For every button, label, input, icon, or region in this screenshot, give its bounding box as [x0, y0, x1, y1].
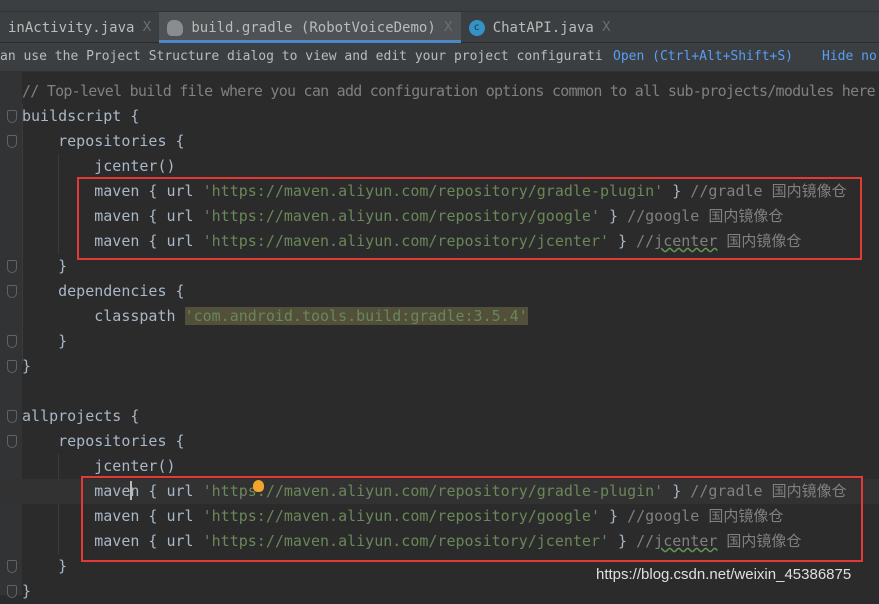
code-token-plain: allprojects { — [22, 407, 140, 425]
highlight-box-buildscript — [77, 177, 862, 260]
fold-marker-icon[interactable] — [7, 335, 17, 348]
code-token-plain: } — [22, 557, 68, 575]
code-line[interactable]: repositories { — [0, 429, 879, 454]
code-token-plain: repositories { — [22, 432, 185, 450]
hide-notification-link[interactable]: Hide no — [822, 49, 877, 65]
code-token-plain: } — [22, 332, 68, 350]
tab-label: build.gradle (RobotVoiceDemo) — [191, 19, 436, 36]
fold-marker-icon[interactable] — [7, 585, 17, 598]
code-line[interactable]: dependencies { — [0, 279, 879, 304]
close-icon[interactable]: X — [444, 20, 453, 35]
tab-main-activity[interactable]: inActivity.java X — [0, 12, 159, 43]
code-token-string-hl: 'com.android.tools.build:gradle:3.5.4' — [184, 307, 528, 325]
text-caret — [130, 481, 132, 500]
toolbar-strip — [0, 0, 879, 12]
code-token-plain: dependencies { — [22, 282, 185, 300]
tab-chatapi[interactable]: c ChatAPI.java X — [461, 12, 619, 43]
lightbulb-icon[interactable] — [253, 480, 264, 492]
code-line[interactable]: classpath 'com.android.tools.build:gradl… — [0, 304, 879, 329]
notice-text: an use the Project Structure dialog to v… — [0, 49, 603, 64]
editor-tabs: inActivity.java X build.gradle (RobotVoic… — [0, 12, 879, 43]
code-line[interactable]: jcenter() — [0, 154, 879, 179]
notification-bar: an use the Project Structure dialog to v… — [0, 43, 879, 72]
tab-label: ChatAPI.java — [492, 19, 594, 36]
close-icon[interactable]: X — [142, 20, 151, 35]
code-line[interactable]: repositories { — [0, 129, 879, 154]
close-icon[interactable]: X — [602, 20, 611, 35]
fold-marker-icon[interactable] — [7, 560, 17, 573]
gradle-elephant-icon — [167, 19, 184, 36]
code-line[interactable]: buildscript { — [0, 104, 879, 129]
fold-marker-icon[interactable] — [7, 110, 17, 123]
fold-marker-icon[interactable] — [7, 260, 17, 273]
code-token-plain: classpath — [22, 307, 185, 325]
open-project-structure-link[interactable]: Open (Ctrl+Alt+Shift+S) — [613, 49, 793, 65]
tab-label: inActivity.java — [8, 19, 135, 36]
tab-build-gradle[interactable]: build.gradle (RobotVoiceDemo) X — [159, 12, 461, 43]
fold-marker-icon[interactable] — [7, 410, 17, 423]
code-token-plain: buildscript { — [22, 107, 140, 125]
code-line[interactable]: } — [0, 354, 879, 379]
highlight-box-allprojects — [81, 476, 863, 562]
code-line[interactable]: } — [0, 329, 879, 354]
code-token-plain: jcenter() — [22, 457, 176, 475]
code-token-plain: } — [22, 357, 32, 375]
code-token-comment: // Top-level build file where you can ad… — [22, 82, 876, 100]
code-token-plain: jcenter() — [22, 157, 176, 175]
watermark: https://blog.csdn.net/weixin_45386875 — [596, 566, 852, 583]
code-token-plain: repositories { — [22, 132, 185, 150]
fold-marker-icon[interactable] — [7, 360, 17, 373]
code-line[interactable]: allprojects { — [0, 404, 879, 429]
code-token-plain: } — [22, 582, 32, 600]
java-class-icon: c — [468, 19, 485, 36]
code-token-plain: } — [22, 257, 68, 275]
fold-marker-icon[interactable] — [7, 285, 17, 298]
fold-marker-icon[interactable] — [7, 435, 17, 448]
fold-marker-icon[interactable] — [7, 135, 17, 148]
code-line[interactable]: // Top-level build file where you can ad… — [0, 79, 879, 104]
code-line[interactable] — [0, 379, 879, 404]
